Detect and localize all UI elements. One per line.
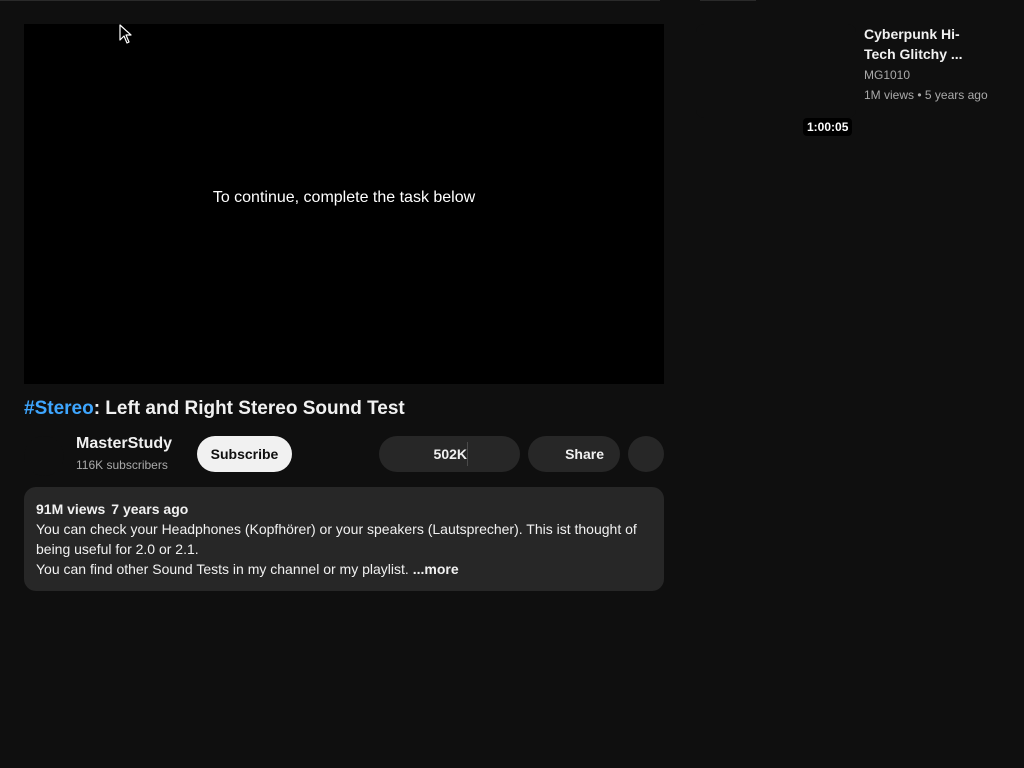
description-line-1: You can check your Headphones (Kopfhörer… xyxy=(36,521,637,557)
top-divider-right xyxy=(700,0,756,1)
top-divider xyxy=(0,0,660,1)
video-player[interactable]: To continue, complete the task below xyxy=(24,24,664,384)
view-count: 91M views xyxy=(36,501,106,517)
recommendation-views: 1M views xyxy=(864,88,915,102)
share-button[interactable]: Share xyxy=(528,436,620,472)
subscribe-button[interactable]: Subscribe xyxy=(197,436,292,472)
channel-avatar[interactable] xyxy=(24,436,64,476)
mouse-cursor-icon xyxy=(119,24,132,44)
recommendation-thumbnail[interactable] xyxy=(696,24,856,118)
duration-badge: 1:00:05 xyxy=(803,118,853,136)
subscriber-count: 116K subscribers xyxy=(76,458,168,472)
recommendation-channel[interactable]: MG1010 xyxy=(864,68,910,82)
description-line-2-wrap: You can find other Sound Tests in my cha… xyxy=(36,559,652,579)
like-button[interactable]: 502K xyxy=(379,436,467,472)
dislike-button[interactable] xyxy=(468,436,520,472)
player-message: To continue, complete the task below xyxy=(212,189,476,206)
hashtag-link[interactable]: #Stereo xyxy=(24,398,94,419)
watch-page: To continue, complete the task below #St… xyxy=(0,0,1024,768)
video-title: #Stereo: Left and Right Stereo Sound Tes… xyxy=(24,398,405,420)
description-line-2: You can find other Sound Tests in my cha… xyxy=(36,561,409,577)
recommendation-meta: 1M views • 5 years ago xyxy=(864,88,988,102)
more-actions-button[interactable] xyxy=(628,436,664,472)
recommendation-item[interactable]: 1:00:05 Cyberpunk Hi-Tech Glitchy ... MG… xyxy=(696,24,1016,136)
meta-separator: • xyxy=(917,88,922,102)
upload-age: 7 years ago xyxy=(111,501,189,517)
description-meta: 91M views 7 years ago xyxy=(36,499,652,519)
like-dislike-group: 502K xyxy=(379,436,520,472)
video-title-text: : Left and Right Stereo Sound Test xyxy=(93,398,405,419)
like-count: 502K xyxy=(433,446,467,462)
share-label: Share xyxy=(565,446,604,462)
recommendation-age: 5 years ago xyxy=(924,88,988,102)
channel-name[interactable]: MasterStudy xyxy=(76,435,172,453)
recommendation-title[interactable]: Cyberpunk Hi-Tech Glitchy ... xyxy=(864,24,974,64)
description-box[interactable]: 91M views 7 years ago You can check your … xyxy=(24,487,664,591)
show-more-link[interactable]: ...more xyxy=(413,561,459,577)
